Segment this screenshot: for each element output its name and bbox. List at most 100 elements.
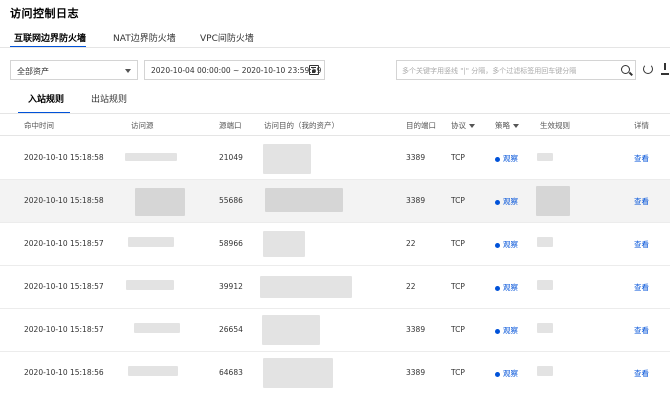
page-title: 访问控制日志 <box>10 7 79 20</box>
policy-label: 观察 <box>503 283 518 292</box>
cell-src-port: 39912 <box>219 282 243 291</box>
search-icon[interactable] <box>621 65 630 74</box>
header-protocol-label: 协议 <box>451 121 466 130</box>
tab-nat-firewall[interactable]: NAT边界防火墙 <box>113 31 176 44</box>
table-row: 2020-10-10 15:18:58 21049 3389 TCP 观察 查看 <box>0 137 670 180</box>
tabs-divider <box>0 47 670 48</box>
download-icon[interactable] <box>660 63 670 75</box>
redacted-destination <box>263 231 305 257</box>
view-detail-link[interactable]: 查看 <box>634 282 649 293</box>
table-row: 2020-10-10 15:18:57 26654 3389 TCP 观察 查看 <box>0 309 670 352</box>
redacted-rule <box>537 323 553 333</box>
cell-policy: 观察 <box>495 325 518 336</box>
cell-src-port: 58966 <box>219 239 243 248</box>
status-dot <box>495 242 500 248</box>
asset-select[interactable]: 全部资产 <box>10 60 138 80</box>
policy-label: 观察 <box>503 240 518 249</box>
redacted-destination <box>265 188 343 212</box>
cell-dst-port: 3389 <box>406 325 426 334</box>
search-input[interactable]: 多个关键字用竖线 "|" 分隔，多个过滤标签用回车键分隔 <box>396 60 636 80</box>
cell-policy: 观察 <box>495 153 518 164</box>
date-range-value: 2020-10-04 00:00:00 ~ 2020-10-10 23:59:5… <box>151 66 322 75</box>
cell-dst-port: 3389 <box>406 196 426 205</box>
table-row: 2020-10-10 15:18:58 55686 3389 TCP 观察 查看 <box>0 180 670 223</box>
cell-src-port: 26654 <box>219 325 243 334</box>
redacted-source <box>128 237 174 247</box>
view-detail-link[interactable]: 查看 <box>634 196 649 207</box>
refresh-icon[interactable] <box>643 64 653 74</box>
view-detail-link[interactable]: 查看 <box>634 239 649 250</box>
cell-policy: 观察 <box>495 368 518 379</box>
policy-label: 观察 <box>503 326 518 335</box>
redacted-rule <box>537 237 553 247</box>
table-header: 命中时间 访问源 源端口 访问目的（我的资产） 目的端口 协议 策略 生效规则 … <box>0 114 670 136</box>
redacted-destination <box>260 276 352 298</box>
asset-select-value: 全部资产 <box>17 67 49 76</box>
cell-time: 2020-10-10 15:18:57 <box>24 239 104 248</box>
header-time: 命中时间 <box>24 121 54 130</box>
view-detail-link[interactable]: 查看 <box>634 153 649 164</box>
policy-label: 观察 <box>503 154 518 163</box>
cell-dst-port: 3389 <box>406 368 426 377</box>
header-protocol[interactable]: 协议 <box>451 120 475 131</box>
redacted-rule <box>536 186 570 216</box>
cell-policy: 观察 <box>495 196 518 207</box>
cell-time: 2020-10-10 15:18:57 <box>24 282 104 291</box>
header-source: 访问源 <box>131 121 154 130</box>
status-dot <box>495 285 500 291</box>
table-row: 2020-10-10 15:18:57 39912 22 TCP 观察 查看 <box>0 266 670 309</box>
cell-dst-port: 22 <box>406 282 416 291</box>
filter-icon[interactable] <box>513 124 519 128</box>
tab-inbound-rules[interactable]: 入站规则 <box>28 92 64 105</box>
header-rule: 生效规则 <box>540 121 570 130</box>
view-detail-link[interactable]: 查看 <box>634 368 649 379</box>
cell-protocol: TCP <box>451 239 465 248</box>
cell-src-port: 64683 <box>219 368 243 377</box>
cell-time: 2020-10-10 15:18:57 <box>24 325 104 334</box>
direction-tabs: 入站规则 出站规则 <box>0 92 670 114</box>
redacted-source <box>128 366 178 376</box>
tab-outbound-rules[interactable]: 出站规则 <box>91 92 127 105</box>
cell-protocol: TCP <box>451 196 465 205</box>
redacted-source <box>134 323 180 333</box>
tab-internet-firewall[interactable]: 互联网边界防火墙 <box>14 31 86 44</box>
cell-protocol: TCP <box>451 282 465 291</box>
date-range-picker[interactable]: 2020-10-04 00:00:00 ~ 2020-10-10 23:59:5… <box>144 60 325 80</box>
cell-time: 2020-10-10 15:18:56 <box>24 368 104 377</box>
header-policy-label: 策略 <box>495 121 510 130</box>
tab-vpc-firewall[interactable]: VPC间防火墙 <box>200 31 254 44</box>
cell-policy: 观察 <box>495 239 518 250</box>
cell-dst-port: 22 <box>406 239 416 248</box>
cell-src-port: 55686 <box>219 196 243 205</box>
redacted-rule <box>537 153 553 161</box>
cell-protocol: TCP <box>451 153 465 162</box>
filter-icon[interactable] <box>469 124 475 128</box>
header-destination: 访问目的（我的资产） <box>264 121 339 130</box>
table-row: 2020-10-10 15:18:57 58966 22 TCP 观察 查看 <box>0 223 670 266</box>
redacted-destination <box>263 358 333 388</box>
redacted-destination <box>262 315 320 345</box>
status-dot <box>495 371 500 377</box>
policy-label: 观察 <box>503 197 518 206</box>
header-policy[interactable]: 策略 <box>495 120 519 131</box>
cell-protocol: TCP <box>451 368 465 377</box>
status-dot <box>495 199 500 205</box>
header-detail: 详情 <box>634 121 649 130</box>
chevron-down-icon <box>125 69 131 73</box>
cell-time: 2020-10-10 15:18:58 <box>24 153 104 162</box>
redacted-destination <box>263 144 311 174</box>
calendar-icon[interactable] <box>309 65 319 75</box>
header-dst-port: 目的端口 <box>406 121 436 130</box>
cell-dst-port: 3389 <box>406 153 426 162</box>
view-detail-link[interactable]: 查看 <box>634 325 649 336</box>
redacted-rule <box>537 366 553 376</box>
redacted-rule <box>537 280 553 290</box>
table-row: 2020-10-10 15:18:56 64683 3389 TCP 观察 查看 <box>0 352 670 394</box>
cell-time: 2020-10-10 15:18:58 <box>24 196 104 205</box>
status-dot <box>495 156 500 162</box>
cell-protocol: TCP <box>451 325 465 334</box>
header-src-port: 源端口 <box>219 121 242 130</box>
status-dot <box>495 328 500 334</box>
search-placeholder: 多个关键字用竖线 "|" 分隔，多个过滤标签用回车键分隔 <box>402 67 577 75</box>
cell-policy: 观察 <box>495 282 518 293</box>
